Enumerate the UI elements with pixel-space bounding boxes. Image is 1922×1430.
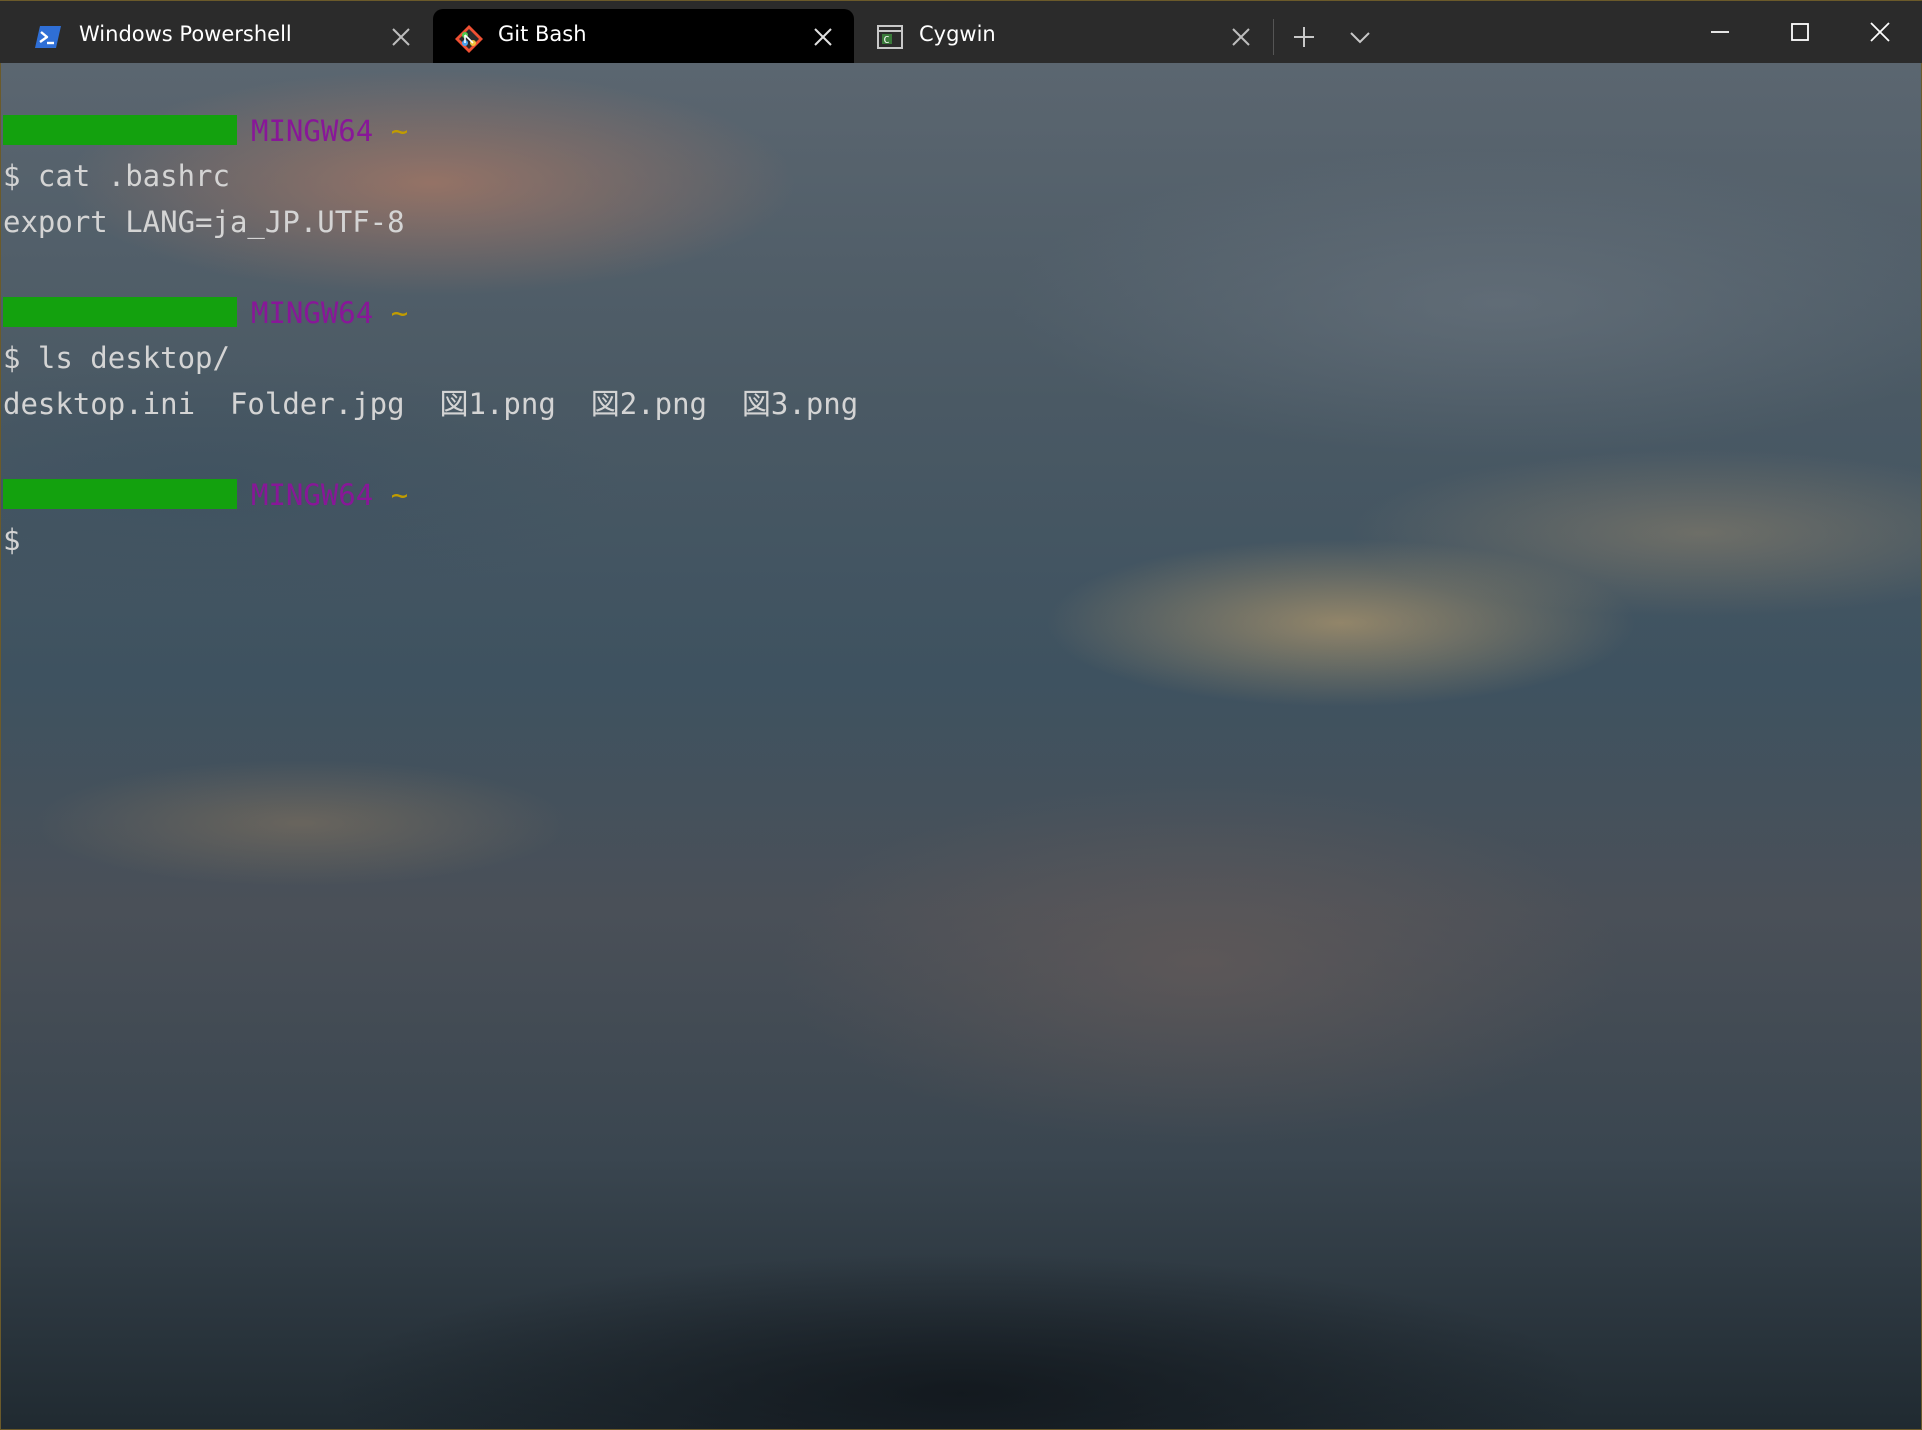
prompt-user-host-redacted: [3, 115, 237, 145]
prompt-directory: ~: [390, 478, 409, 512]
terminal-viewport[interactable]: MINGW64 ~ $ cat .bashrc export LANG=ja_J…: [0, 63, 1922, 1430]
prompt-system: MINGW64: [251, 114, 374, 148]
tab-windows-powershell[interactable]: Windows Powershell: [0, 9, 433, 64]
prompt-user-host-redacted: [3, 479, 237, 509]
new-tab-button[interactable]: [1284, 17, 1324, 57]
prompt-line: MINGW64 ~: [3, 473, 408, 518]
current-prompt-text: $: [3, 523, 21, 557]
tab-dropdown-button[interactable]: [1340, 17, 1380, 57]
minimize-button[interactable]: [1700, 12, 1740, 52]
terminal-output: MINGW64 ~ $ cat .bashrc export LANG=ja_J…: [3, 63, 858, 837]
close-tab-icon[interactable]: [1231, 27, 1251, 47]
svg-text:C: C: [884, 35, 890, 46]
command-text: $ cat .bashrc: [3, 159, 230, 193]
output-text: export LANG=ja_JP.UTF-8: [3, 205, 405, 239]
maximize-button[interactable]: [1780, 12, 1820, 52]
cygwin-terminal-icon: C: [876, 24, 904, 50]
output-line: export LANG=ja_JP.UTF-8: [3, 200, 405, 245]
tab-cygwin[interactable]: C Cygwin: [854, 9, 1273, 64]
close-icon: [1860, 12, 1900, 52]
plus-icon: [1284, 17, 1324, 57]
minimize-icon: [1700, 12, 1740, 52]
chevron-down-icon: [1340, 17, 1380, 57]
close-tab-icon[interactable]: [813, 27, 833, 47]
output-text: desktop.ini Folder.jpg 図1.png 図2.png 図3.…: [3, 387, 859, 421]
command-line[interactable]: $: [3, 518, 20, 563]
powershell-icon: [34, 24, 62, 50]
prompt-user-host-redacted: [3, 297, 237, 327]
prompt-system: MINGW64: [251, 478, 374, 512]
prompt-line: MINGW64 ~: [3, 109, 408, 154]
prompt-directory: ~: [390, 296, 409, 330]
command-text: $ ls desktop/: [3, 341, 230, 375]
prompt-line: MINGW64 ~: [3, 291, 408, 336]
terminal-window: Windows Powershell Git Bash C Cygwin MIN…: [0, 0, 1922, 1430]
tab-label: Windows Powershell: [79, 22, 292, 46]
tab-bar: Windows Powershell Git Bash C Cygwin: [0, 0, 1922, 64]
prompt-directory: ~: [390, 114, 409, 148]
prompt-system: MINGW64: [251, 296, 374, 330]
tab-label: Git Bash: [498, 22, 587, 46]
close-tab-icon[interactable]: [391, 27, 411, 47]
tab-separator: [1273, 19, 1274, 55]
output-line: desktop.ini Folder.jpg 図1.png 図2.png 図3.…: [3, 382, 858, 427]
command-line: $ ls desktop/: [3, 336, 230, 381]
tab-label: Cygwin: [919, 22, 996, 46]
command-line: $ cat .bashrc: [3, 154, 230, 199]
git-bash-icon: [454, 24, 483, 53]
tab-git-bash[interactable]: Git Bash: [433, 9, 854, 64]
maximize-icon: [1780, 12, 1820, 52]
close-window-button[interactable]: [1860, 12, 1900, 52]
